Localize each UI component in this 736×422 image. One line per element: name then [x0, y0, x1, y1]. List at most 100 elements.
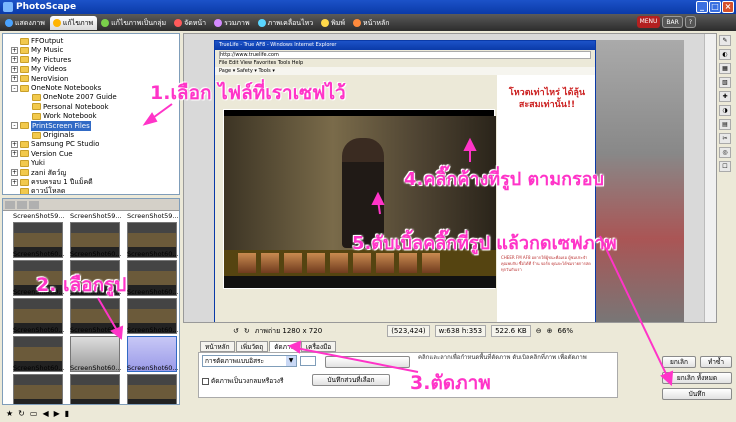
thumbnail-caption: ScreenShot59... — [127, 212, 179, 220]
rotate-left-icon[interactable]: ↺ — [233, 327, 239, 335]
folder-tree[interactable]: FFOutput + My Music + My Pictures + My Videos +… — [2, 33, 180, 195]
chevron-down-icon[interactable]: ▼ — [286, 356, 296, 366]
thumbnail[interactable]: ScreenShot60... — [13, 364, 65, 404]
menu-button[interactable]: MENU — [636, 16, 661, 28]
rotate-right-icon[interactable]: ↻ — [244, 327, 250, 335]
thumbnail-caption: ScreenShot60... — [70, 326, 122, 334]
folder-icon[interactable]: ▭ — [30, 409, 38, 418]
crop-mode-value: การตัดภาพแบบอิสระ — [205, 357, 265, 365]
vote-banner: โหวตเท่าไหร่ ได้ลุ้นสะสมเท่านั้น!! — [508, 88, 586, 110]
undo-button[interactable]: ยกเลิก — [662, 356, 696, 368]
thumbnail-caption: ScreenShot60... — [70, 250, 122, 258]
chat-text: CHEER FM AF8 อยากให้ผู้ชนะคือเธอ ผู้ชมปร… — [501, 255, 591, 272]
browser-address: http://www.truelife.com — [219, 51, 591, 59]
tab-0[interactable]: แสดงภาพ — [2, 16, 49, 30]
tree-item[interactable]: ดาวน์โหลด — [11, 186, 65, 194]
title-bar: PhotoScape _ □ × — [0, 0, 736, 14]
expand-icon[interactable]: + — [11, 65, 18, 73]
tab-5[interactable]: ภาพเคลื่อนไหว — [255, 16, 318, 30]
folder-icon — [20, 56, 29, 64]
star-icon[interactable]: ★ — [6, 409, 13, 418]
expand-icon[interactable]: + — [11, 140, 18, 148]
crop-button[interactable] — [325, 356, 410, 368]
app-icon — [3, 2, 13, 12]
browser-sidebar: โหวตเท่าไหร่ ได้ลุ้นสะสมเท่านั้น!! CHEER… — [497, 75, 595, 322]
expand-icon[interactable]: + — [11, 75, 18, 83]
round-crop-checkbox[interactable]: ตัดภาพเป็นวงกลมหรือวงรี — [202, 376, 283, 386]
video-controls — [224, 276, 496, 288]
expand-icon[interactable]: + — [11, 56, 18, 64]
close-button[interactable]: × — [722, 1, 734, 13]
annotation-step-3: 3.ตัดภาพ — [410, 372, 491, 394]
thumbnail[interactable]: ScreenShot60... — [127, 364, 179, 404]
tool-icon[interactable]: ✎ — [719, 35, 731, 46]
tab-label: รวมภาพ — [224, 18, 250, 27]
expand-icon[interactable]: + — [11, 150, 18, 158]
tool-icon[interactable]: ◑ — [719, 105, 731, 116]
thumbnail-caption: ScreenShot60... — [127, 250, 179, 258]
tab-6[interactable]: พิมพ์ — [318, 16, 349, 30]
tab-7[interactable]: หน้าหลัก — [350, 16, 393, 30]
folder-icon — [32, 131, 41, 139]
tool-icon[interactable]: ▧ — [719, 77, 731, 88]
folder-icon — [20, 187, 29, 194]
thumbnail-caption: ScreenShot60... — [127, 326, 179, 334]
bar-button[interactable]: BAR — [662, 16, 683, 28]
help-button[interactable]: ? — [684, 16, 696, 28]
tab-4[interactable]: รวมภาพ — [211, 16, 253, 30]
edit-tab-0[interactable]: หน้าหลัก — [200, 341, 235, 352]
tool-icon[interactable]: ✚ — [719, 91, 731, 102]
save-selection-button[interactable]: บันทึกส่วนที่เลือก — [312, 374, 390, 386]
back-icon[interactable]: ◀ — [42, 409, 48, 418]
expand-icon[interactable]: + — [11, 178, 18, 186]
edit-tab-1[interactable]: เพิ่มวัตถุ — [235, 341, 269, 352]
expand-icon[interactable]: + — [11, 46, 18, 54]
edit-tab-3[interactable]: เครื่องมือ — [300, 341, 337, 352]
crop-mode-select[interactable]: การตัดภาพแบบอิสระ ▼ — [202, 355, 297, 367]
folder-icon — [32, 103, 41, 111]
tab-1[interactable]: แก้ไขภาพ — [49, 15, 98, 30]
thumbnail-caption: ScreenShot59... — [13, 212, 65, 220]
tab-3[interactable]: จัดหน้า — [171, 16, 210, 30]
tab-icon — [5, 18, 13, 27]
checkbox-box[interactable] — [202, 377, 209, 385]
redo-button[interactable]: ทำซ้ำ — [700, 356, 732, 368]
crop-hint: คลิกและลากเพื่อกำหนดพื้นที่ตัดภาพ ดับเบิ… — [418, 354, 587, 361]
vertical-scrollbar[interactable] — [704, 34, 716, 322]
annotation-step-2: 2. เลือกรูป — [36, 274, 127, 296]
annotation-step-5: 5.ดับเบิ้ลคลิ๊กที่รูป แล้วกดเซฟภาพ — [352, 233, 617, 254]
tool-icon[interactable]: ▦ — [719, 63, 731, 74]
folder-icon — [20, 169, 29, 177]
refresh-icon[interactable]: ↻ — [18, 409, 25, 418]
zoom-out-icon[interactable]: ⊖ — [536, 327, 542, 335]
tab-icon — [52, 18, 61, 27]
undo-all-button[interactable]: ยกเลิก ทั้งหมด — [662, 372, 732, 384]
right-tool-strip: ✎ ◐ ▦ ▧ ✚ ◑ ▤ ✂ ◎ ☐ — [719, 33, 734, 323]
collapse-icon[interactable]: - — [11, 122, 18, 130]
zoom-in-icon[interactable]: ⊕ — [547, 327, 553, 335]
tool-icon[interactable]: ▤ — [719, 119, 731, 130]
maximize-button[interactable]: □ — [709, 1, 721, 13]
cursor-coords: (523,424) — [387, 325, 430, 337]
save-button[interactable]: บันทึก — [662, 388, 732, 400]
tab-icon — [174, 18, 183, 27]
annotation-step-4: 4.คลิ๊กค้างที่รูป ตามกรอบ — [404, 169, 604, 190]
tool-icon[interactable]: ✂ — [719, 133, 731, 144]
file-size: 522.6 KB — [491, 325, 531, 337]
forward-icon[interactable]: ▶ — [54, 409, 60, 418]
thumbnail[interactable]: ScreenShot60... — [70, 364, 122, 404]
edit-tab-2[interactable]: ตัดภาพ — [269, 341, 300, 352]
collapse-icon[interactable]: - — [11, 84, 18, 92]
video-frame[interactable] — [223, 109, 496, 289]
expand-icon[interactable]: + — [11, 169, 18, 177]
minimize-button[interactable]: _ — [696, 1, 708, 13]
tool-icon[interactable]: ☐ — [719, 161, 731, 172]
ratio-input[interactable] — [300, 356, 316, 366]
round-crop-label: ตัดภาพเป็นวงกลมหรือวงรี — [211, 377, 284, 385]
tool-icon[interactable]: ◐ — [719, 49, 731, 60]
tool-icon[interactable]: ◎ — [719, 147, 731, 158]
tab-label: แก้ไขภาพ — [62, 18, 94, 27]
tab-2[interactable]: แก้ไขภาพเป็นกลุ่ม — [98, 16, 170, 30]
browser-menu: File Edit View Favorites Tools Help — [219, 60, 304, 66]
scroll-handle[interactable]: ▮ — [65, 409, 69, 418]
